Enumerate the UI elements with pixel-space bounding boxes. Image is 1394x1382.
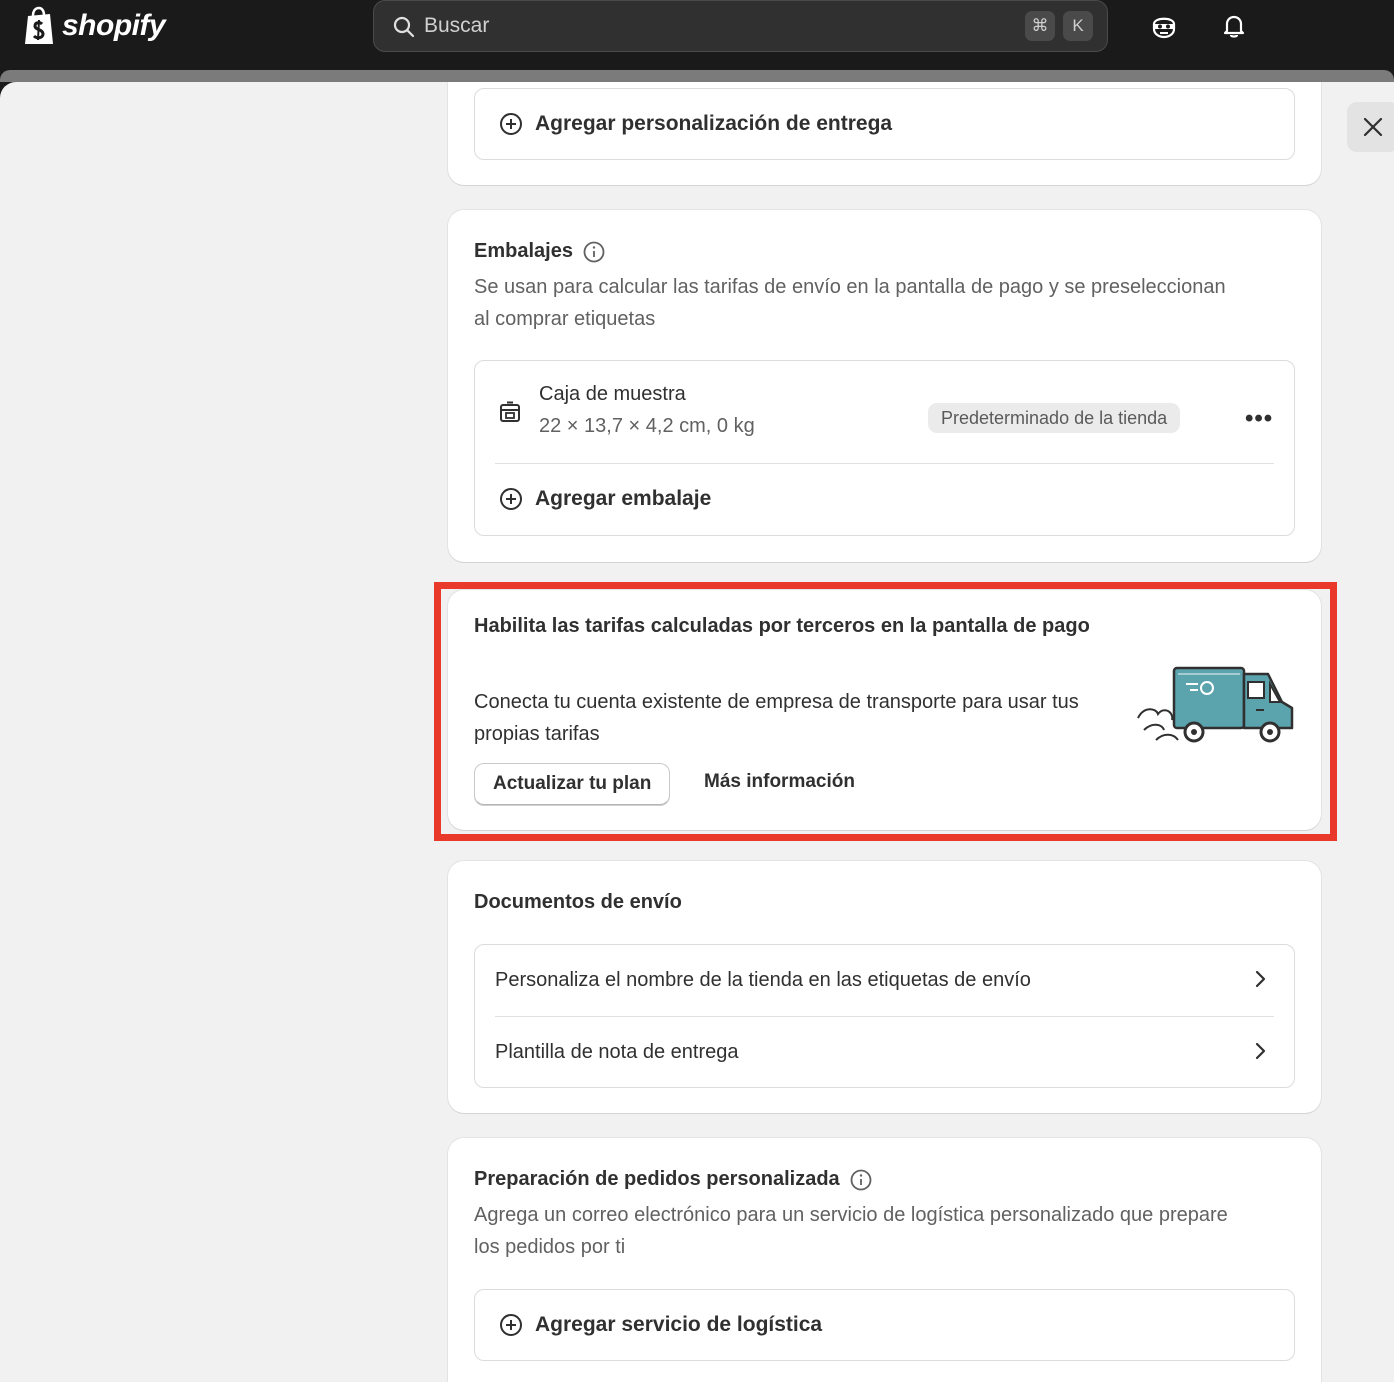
settings-modal: Agregar personalización de entrega Embal… [0,82,1394,1382]
package-row: Caja de muestra 22 × 13,7 × 4,2 cm, 0 kg… [475,361,1294,463]
customize-label-store-name-link[interactable]: Personaliza el nombre de la tienda en la… [475,945,1294,1016]
chevron-right-icon [1255,970,1266,988]
brand-name: shopify [62,9,166,42]
plus-circle-icon [500,488,522,510]
custom-fulfillment-title-text: Preparación de pedidos personalizada [474,1168,840,1190]
shortcut-cmd-key: ⌘ [1025,11,1055,41]
shipping-docs-list: Personaliza el nombre de la tienda en la… [474,944,1295,1088]
custom-fulfillment-title: Preparación de pedidos personalizada [474,1168,872,1191]
add-delivery-customization-box: Agregar personalización de entrega [474,88,1295,160]
link-label: Plantilla de nota de entrega [495,1041,739,1063]
custom-fulfillment-card: Preparación de pedidos personalizada Agr… [448,1138,1321,1382]
add-delivery-customization-button[interactable]: Agregar personalización de entrega [475,89,1294,159]
shortcut-k-key: K [1063,11,1093,41]
default-badge: Predeterminado de la tienda [928,403,1181,433]
highlight-box [434,582,1337,841]
close-button[interactable] [1347,102,1394,152]
top-bar: shopify Buscar ⌘ K [0,0,1394,70]
info-icon[interactable] [850,1169,872,1191]
add-delivery-customization-label: Agregar personalización de entrega [535,112,893,135]
package-icon [500,401,520,422]
search-bar[interactable]: Buscar ⌘ K [373,0,1108,52]
modal-backdrop-strip [0,70,1394,82]
custom-fulfillment-description: Agrega un correo electrónico para un ser… [474,1204,1228,1258]
link-label: Personaliza el nombre de la tienda en la… [495,969,1031,991]
packages-list: Caja de muestra 22 × 13,7 × 4,2 cm, 0 kg… [474,360,1295,536]
close-icon [1363,117,1383,137]
search-icon [393,16,415,38]
info-icon[interactable] [583,241,605,263]
plus-circle-icon [500,113,522,135]
more-actions-button[interactable]: ••• [1245,405,1273,433]
shopify-logo[interactable]: shopify [22,6,166,46]
add-package-button[interactable]: Agregar embalaje [475,464,1294,534]
packages-description: Se usan para calcular las tarifas de env… [474,276,1226,330]
add-package-label: Agregar embalaje [535,487,712,510]
search-input[interactable]: Buscar [424,14,489,38]
shipping-docs-title: Documentos de envío [474,891,682,913]
add-fulfillment-service-box: Agregar servicio de logística [474,1289,1295,1361]
packing-slip-template-link[interactable]: Plantilla de nota de entrega [475,1017,1294,1088]
shipping-documents-card: Documentos de envío Personaliza el nombr… [448,861,1321,1113]
add-fulfillment-service-label: Agregar servicio de logística [535,1313,823,1336]
bell-icon[interactable] [1220,12,1248,40]
packages-title: Embalajes [474,240,605,263]
plus-circle-icon [500,1314,522,1336]
add-fulfillment-service-button[interactable]: Agregar servicio de logística [475,1290,1294,1360]
chevron-right-icon [1255,1042,1266,1060]
delivery-customization-card: Agregar personalización de entrega [448,82,1321,185]
shopify-bag-icon [25,6,53,44]
package-dimensions: 22 × 13,7 × 4,2 cm, 0 kg [539,415,755,437]
packages-title-text: Embalajes [474,240,573,262]
packages-card: Embalajes Se usan para calcular las tari… [448,210,1321,562]
sidekick-icon[interactable] [1150,12,1178,40]
package-name: Caja de muestra [539,383,686,405]
